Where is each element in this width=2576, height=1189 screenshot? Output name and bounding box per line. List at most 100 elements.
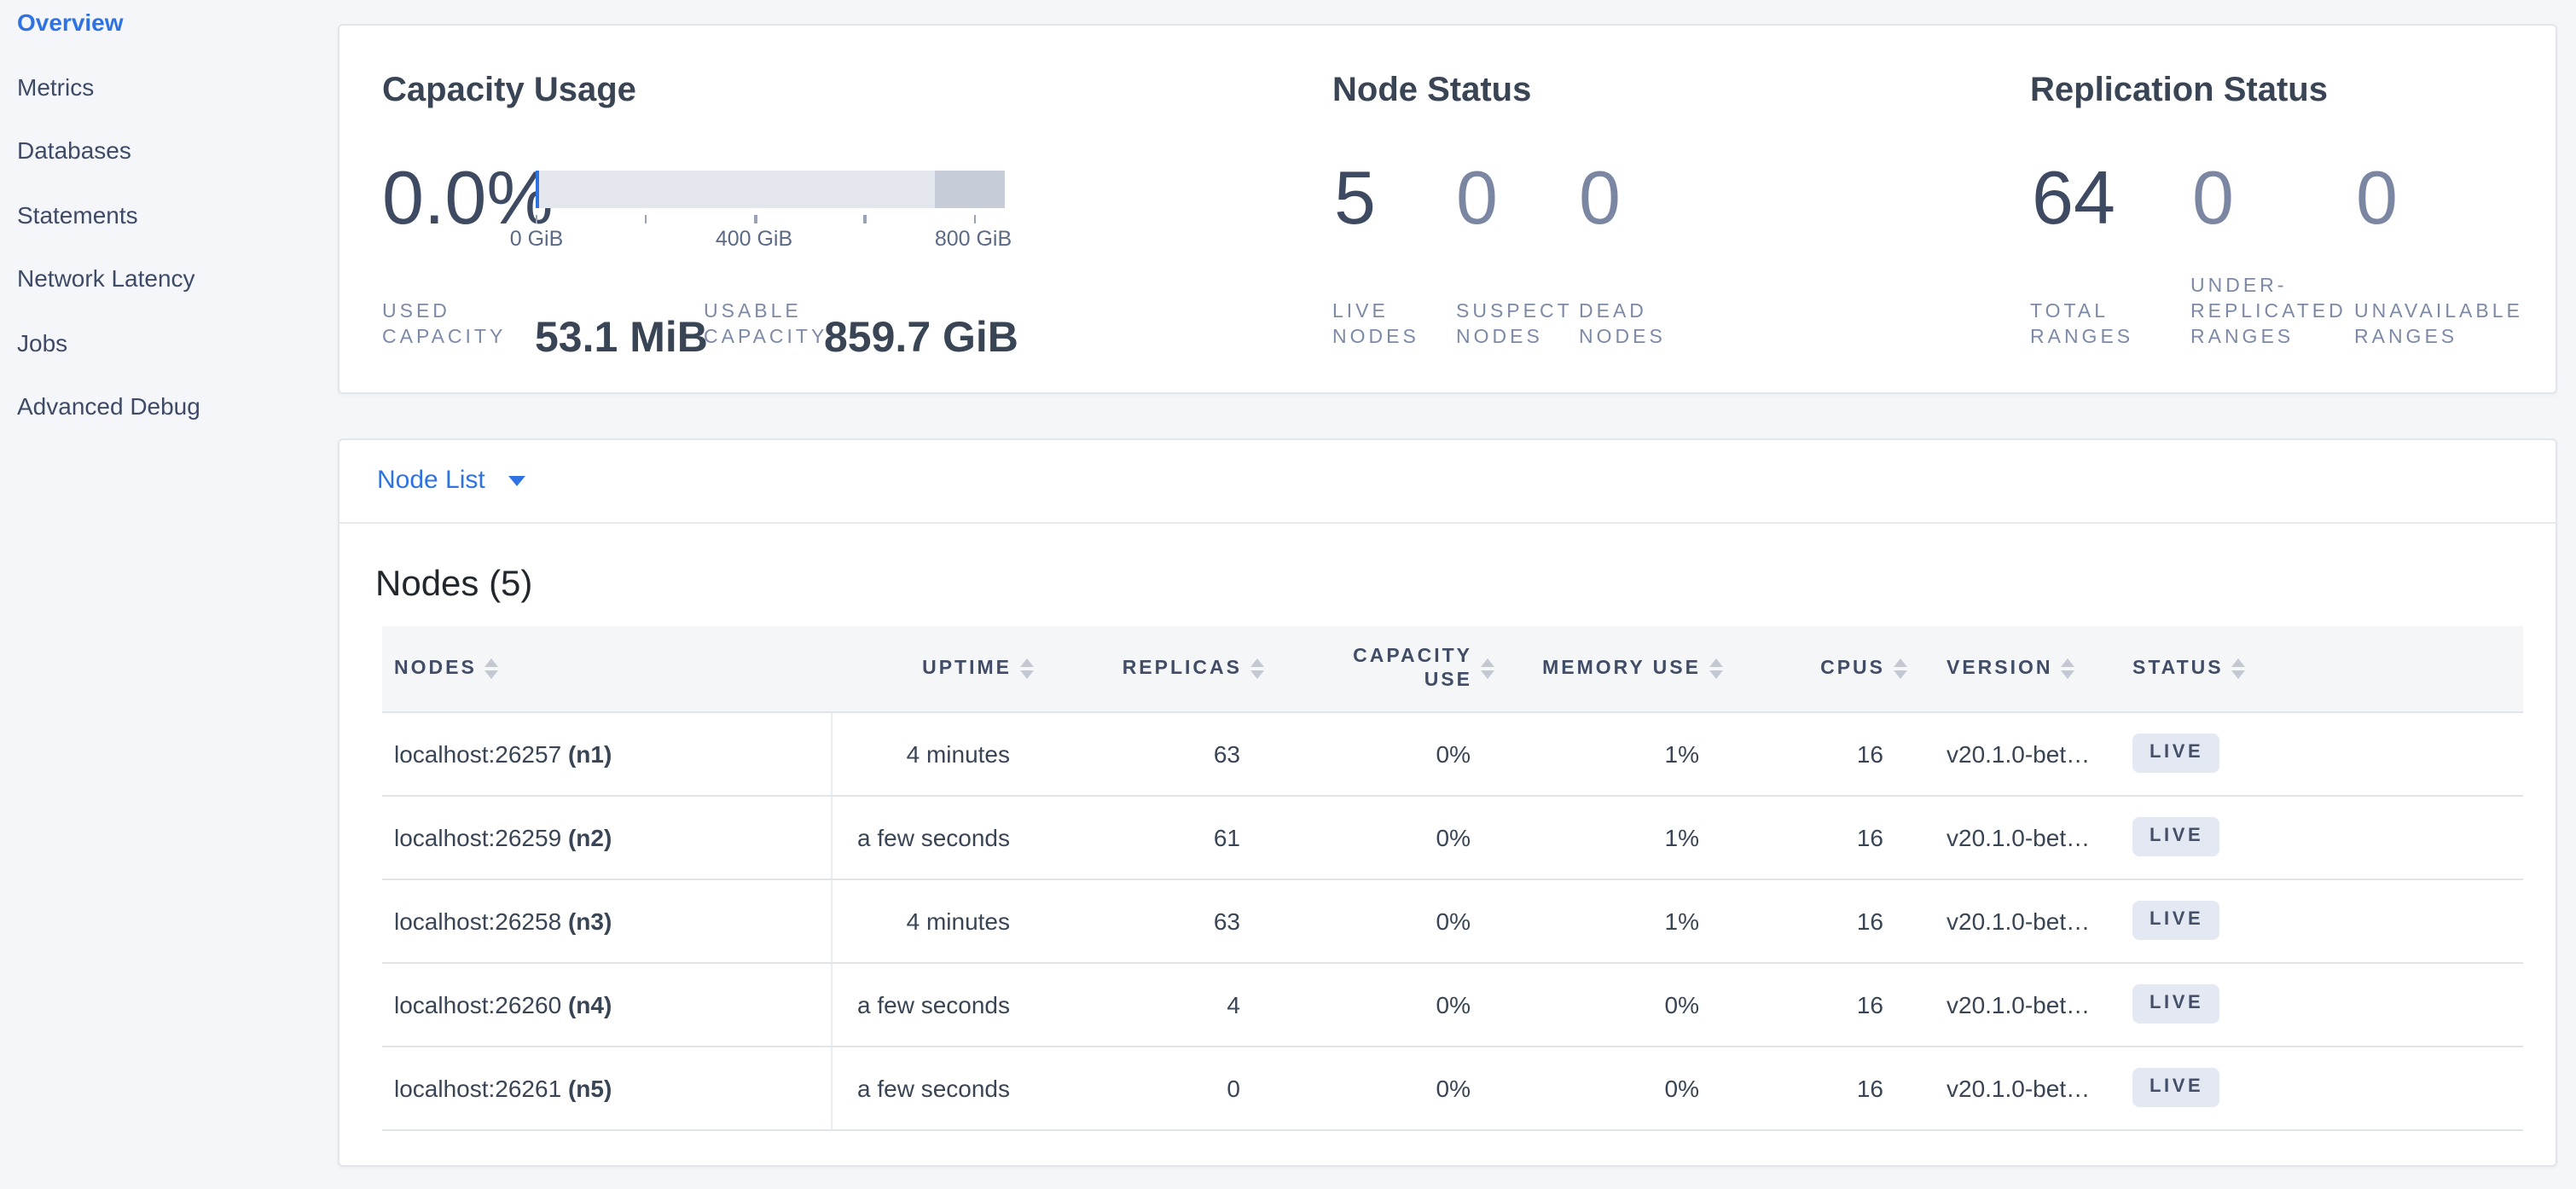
sidebar-item-network-latency[interactable]: Network Latency — [0, 256, 336, 320]
table-header-row: NODES UPTIME REPLICAS CAPACITY USE MEMOR… — [382, 626, 2522, 711]
db-console-overview-page: Overview Metrics Databases Statements Ne… — [0, 0, 2576, 1189]
capacity-usage-title: Capacity Usage — [382, 70, 636, 111]
uptime-cell: a few seconds — [831, 795, 1025, 879]
node-list-dropdown[interactable]: Node List — [339, 440, 2555, 524]
sort-icon — [1709, 658, 1723, 679]
cpus-cell: 16 — [1714, 879, 1899, 962]
uptime-cell: a few seconds — [831, 1046, 1025, 1129]
under-replicated-ranges-label: UNDER- REPLICATED RANGES — [2190, 275, 2347, 351]
axis-label-800gib: 800 GiB — [935, 227, 1012, 251]
capacity-use-cell: 0% — [1256, 879, 1486, 962]
node-status-title: Node Status — [1332, 70, 1531, 111]
usable-capacity-value: 859.7 GiB — [824, 316, 1018, 360]
nodes-table: NODES UPTIME REPLICAS CAPACITY USE MEMOR… — [382, 626, 2522, 1130]
sort-icon — [2232, 658, 2246, 679]
capacity-used-marker — [535, 171, 539, 208]
node-address: localhost:26261 — [394, 1074, 561, 1101]
unavailable-ranges-label: UNAVAILABLE RANGES — [2354, 300, 2523, 351]
total-ranges-label: TOTAL RANGES — [2030, 300, 2133, 351]
version-cell: v20.1.0-bet… — [1899, 795, 2122, 879]
chevron-down-icon — [509, 476, 526, 486]
sort-icon — [1481, 658, 1494, 679]
status-badge: LIVE — [2132, 817, 2219, 856]
column-header-version[interactable]: VERSION — [1899, 626, 2122, 711]
memory-use-cell: 1% — [1486, 879, 1714, 962]
capacity-axis-labels: 0 GiB 400 GiB 800 GiB — [535, 227, 1005, 251]
cluster-summary-card: Capacity Usage 0.0% 0 GiB 400 GiB 800 Gi… — [337, 24, 2556, 394]
sort-icon — [1250, 658, 1264, 679]
live-nodes-label: LIVE NODES — [1332, 300, 1419, 351]
total-ranges-count: 64 — [2032, 159, 2115, 241]
usable-capacity-label: USABLE CAPACITY — [704, 300, 827, 351]
sort-icon — [1020, 658, 1034, 679]
node-id: (n3) — [568, 907, 612, 934]
uptime-cell: a few seconds — [831, 962, 1025, 1046]
column-header-nodes[interactable]: NODES — [382, 626, 831, 711]
cpus-cell: 16 — [1714, 1046, 1899, 1129]
column-header-replicas[interactable]: REPLICAS — [1025, 626, 1256, 711]
used-capacity-value: 53.1 MiB — [535, 316, 708, 360]
version-cell: v20.1.0-bet… — [1899, 711, 2122, 795]
nodes-count-heading: Nodes (5) — [375, 563, 532, 607]
column-header-memory-use[interactable]: MEMORY USE — [1486, 626, 1714, 711]
cpus-cell: 16 — [1714, 711, 1899, 795]
node-list-dropdown-label: Node List — [377, 466, 485, 496]
node-id: (n1) — [568, 740, 612, 767]
uptime-cell: 4 minutes — [831, 711, 1025, 795]
sidebar-item-databases[interactable]: Databases — [0, 128, 336, 192]
node-id: (n2) — [568, 823, 612, 850]
node-address: localhost:26258 — [394, 907, 561, 934]
sidebar-item-jobs[interactable]: Jobs — [0, 320, 336, 384]
axis-label-0gib: 0 GiB — [510, 227, 564, 251]
under-replicated-ranges-count: 0 — [2192, 159, 2234, 241]
memory-use-cell: 0% — [1486, 1046, 1714, 1129]
uptime-cell: 4 minutes — [831, 879, 1025, 962]
version-cell: v20.1.0-bet… — [1899, 962, 2122, 1046]
version-cell: v20.1.0-bet… — [1899, 1046, 2122, 1129]
sidebar-item-metrics[interactable]: Metrics — [0, 64, 336, 128]
status-badge: LIVE — [2132, 1068, 2219, 1107]
replicas-cell: 63 — [1025, 711, 1256, 795]
suspect-nodes-count: 0 — [1456, 159, 1498, 241]
table-row[interactable]: localhost:26260 (n4) a few seconds 4 0% … — [382, 962, 2522, 1046]
replicas-cell: 0 — [1025, 1046, 1256, 1129]
column-header-capacity-use[interactable]: CAPACITY USE — [1256, 626, 1486, 711]
used-capacity-label: USED CAPACITY — [382, 300, 506, 351]
capacity-axis-ticks — [535, 215, 1005, 223]
column-header-uptime[interactable]: UPTIME — [831, 626, 1025, 711]
sort-icon — [485, 658, 499, 679]
suspect-nodes-label: SUSPECT NODES — [1456, 300, 1573, 351]
node-address: localhost:26259 — [394, 823, 561, 850]
sidebar-item-statements[interactable]: Statements — [0, 192, 336, 256]
column-header-status[interactable]: STATUS — [2122, 626, 2522, 711]
live-nodes-count: 5 — [1334, 159, 1376, 241]
version-cell: v20.1.0-bet… — [1899, 879, 2122, 962]
column-header-cpus[interactable]: CPUS — [1714, 626, 1899, 711]
table-row[interactable]: localhost:26259 (n2) a few seconds 61 0%… — [382, 795, 2522, 879]
axis-label-400gib: 400 GiB — [716, 227, 792, 251]
capacity-use-cell: 0% — [1256, 962, 1486, 1046]
node-address: localhost:26257 — [394, 740, 561, 767]
table-row[interactable]: localhost:26258 (n3) 4 minutes 63 0% 1% … — [382, 879, 2522, 962]
cpus-cell: 16 — [1714, 962, 1899, 1046]
sort-icon — [2062, 658, 2075, 679]
table-row[interactable]: localhost:26257 (n1) 4 minutes 63 0% 1% … — [382, 711, 2522, 795]
sidebar-item-advanced-debug[interactable]: Advanced Debug — [0, 384, 336, 448]
replicas-cell: 63 — [1025, 879, 1256, 962]
node-list-card: Node List Nodes (5) NODES UPTIME — [337, 438, 2556, 1167]
status-badge: LIVE — [2132, 734, 2219, 773]
replicas-cell: 61 — [1025, 795, 1256, 879]
dead-nodes-count: 0 — [1579, 159, 1621, 241]
capacity-use-cell: 0% — [1256, 1046, 1486, 1129]
replication-status-title: Replication Status — [2030, 70, 2328, 111]
status-badge: LIVE — [2132, 901, 2219, 940]
replicas-cell: 4 — [1025, 962, 1256, 1046]
table-row[interactable]: localhost:26261 (n5) a few seconds 0 0% … — [382, 1046, 2522, 1129]
capacity-other-segment — [934, 171, 1005, 208]
node-address: localhost:26260 — [394, 990, 561, 1018]
sidebar-item-overview[interactable]: Overview — [0, 0, 336, 64]
unavailable-ranges-count: 0 — [2356, 159, 2398, 241]
capacity-use-cell: 0% — [1256, 711, 1486, 795]
memory-use-cell: 0% — [1486, 962, 1714, 1046]
sidebar: Overview Metrics Databases Statements Ne… — [0, 0, 336, 1189]
